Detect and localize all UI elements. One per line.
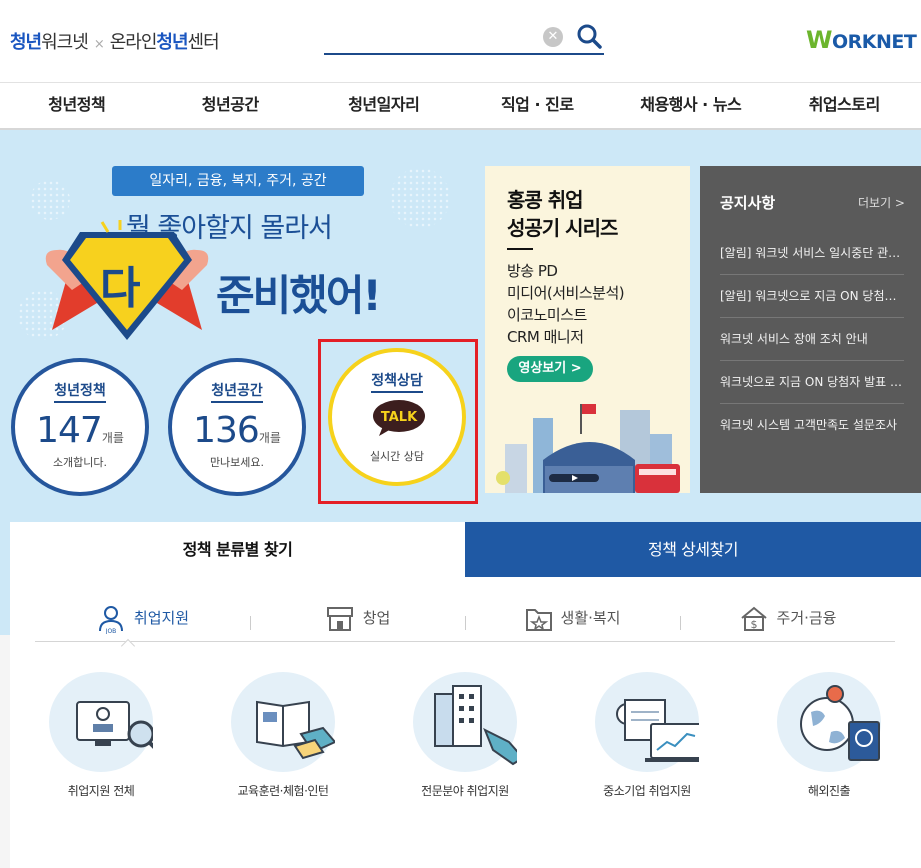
logo-text-1: 청년 — [10, 32, 42, 53]
svg-text:JOB: JOB — [105, 628, 117, 634]
search-box: ✕ — [324, 22, 604, 55]
worknet-logo[interactable]: WORKNET — [806, 26, 917, 54]
policy-search-panel: 정책 분류별 찾기 정책 상세찾기 JOB 취업지원 창업 생활·복지 $ 주거·금… — [10, 522, 921, 868]
subcat-icon-bg — [777, 672, 881, 772]
nav-item-events-news[interactable]: 채용행사 · 뉴스 — [614, 83, 768, 128]
banner-title: 홍콩 취업 성공기 시리즈 — [507, 188, 618, 240]
notice-item[interactable]: 워크넷으로 지금 ON 당첨자 발표 안내 — [720, 361, 904, 404]
subcat-label: 취업지원 전체 — [67, 784, 135, 798]
circle-desc: 만나보세요. — [209, 456, 265, 469]
hero-title: 준비했어! — [216, 271, 382, 320]
main-nav: 청년정책 청년공간 청년일자리 직업 · 진로 채용행사 · 뉴스 취업스토리 — [0, 82, 921, 130]
firework-decoration — [30, 180, 70, 220]
clear-icon[interactable]: ✕ — [543, 27, 563, 47]
tab-category-search[interactable]: 정책 분류별 찾기 — [10, 522, 465, 577]
hero-ribbon: 일자리, 금융, 복지, 주거, 공간 — [98, 166, 378, 196]
store-icon — [326, 606, 353, 631]
subcat-sme[interactable]: 중소기업 취업지원 — [556, 672, 738, 799]
subcat-label: 해외진출 — [807, 784, 851, 798]
city-illustration — [496, 404, 680, 493]
nav-item-youth-space[interactable]: 청년공간 — [154, 83, 308, 128]
logo-text-3: 온라인 — [109, 32, 158, 53]
subcat-training-intern[interactable]: 교육훈련·체험·인턴 — [192, 672, 374, 799]
circle-title: 청년공간 — [172, 380, 302, 403]
notice-item[interactable]: 워크넷 시스템 고객만족도 설문조사 — [720, 404, 904, 447]
building-hand-icon — [434, 685, 517, 766]
subcat-label: 교육훈련·체험·인턴 — [237, 784, 329, 798]
category-welfare[interactable]: 생활·복지 — [465, 598, 680, 641]
policy-count: 147개를 — [36, 410, 124, 451]
globe-passport-icon — [800, 685, 880, 761]
notice-board: 공지사항 더보기 > [알림] 워크넷 서비스 일시중단 관련 안내 [알림] … — [700, 166, 921, 493]
banner-job-list: 방송 PD 미디어(서비스분석) 이코노미스트 CRM 매니저 — [507, 262, 625, 346]
category-housing-finance[interactable]: $ 주거·금융 — [680, 598, 895, 641]
nav-item-job-story[interactable]: 취업스토리 — [768, 83, 921, 128]
highlight-frame — [318, 339, 478, 504]
subcat-employment-all[interactable]: 취업지원 전체 — [10, 672, 192, 799]
subcat-icon-bg — [595, 672, 699, 772]
policy-count-card[interactable]: 청년정책 147개를 소개합니다. — [11, 358, 149, 496]
notice-more-link[interactable]: 더보기 > — [858, 194, 905, 211]
worknet-logo-w: W — [806, 26, 832, 54]
notice-title: 공지사항 — [720, 194, 776, 212]
banner-divider — [507, 248, 533, 250]
book-handshake-icon — [256, 700, 335, 760]
nav-item-youth-jobs[interactable]: 청년일자리 — [307, 83, 461, 128]
subcat-label: 중소기업 취업지원 — [603, 784, 691, 798]
subcat-overseas[interactable]: 해외진출 — [738, 672, 920, 799]
firework-decoration — [390, 168, 450, 228]
notice-item[interactable]: 워크넷 서비스 장애 조치 안내 — [720, 318, 904, 361]
subcat-icon-bg — [413, 672, 517, 772]
monitor-search-icon — [76, 701, 153, 749]
house-dollar-icon: $ — [740, 606, 767, 631]
notice-item[interactable]: [알림] 워크넷으로 지금 ON 당첨자 발표 — [720, 275, 904, 318]
logo-text-5: 센터 — [187, 32, 220, 53]
hongkong-banner[interactable]: 홍콩 취업 성공기 시리즈 방송 PD 미디어(서비스분석) 이코노미스트 CR… — [485, 166, 690, 493]
subcat-icon-bg — [231, 672, 335, 772]
logo-separator: × — [93, 37, 105, 52]
folder-star-icon — [525, 608, 552, 631]
hero-badge-text: 다 — [100, 263, 141, 314]
category-bar: JOB 취업지원 창업 생활·복지 $ 주거·금융 — [35, 598, 895, 642]
logo-text-4: 청년 — [156, 32, 188, 53]
subcat-professional[interactable]: 전문분야 취업지원 — [374, 672, 556, 799]
logo-text-2: 워크넷 — [41, 32, 89, 53]
svg-text:$: $ — [750, 618, 757, 631]
worknet-logo-text: ORKNET — [831, 31, 917, 53]
circle-desc: 소개합니다. — [52, 456, 108, 469]
space-count-card[interactable]: 청년공간 136개를 만나보세요. — [168, 358, 306, 496]
subcat-icon-bg — [49, 672, 153, 772]
sub-category-list: 취업지원 전체 교육훈련·체험·인턴 전문분야 취업지원 중소기업 취업지원 해… — [10, 672, 921, 799]
notice-item[interactable]: [알림] 워크넷 서비스 일시중단 관련 안내 — [720, 232, 904, 275]
laptop-chart-icon — [616, 699, 699, 762]
nav-item-youth-policy[interactable]: 청년정책 — [0, 83, 154, 128]
category-divider — [465, 616, 466, 630]
category-divider — [250, 616, 251, 630]
tab-detail-search[interactable]: 정책 상세찾기 — [465, 522, 921, 577]
category-startup[interactable]: 창업 — [250, 598, 465, 641]
job-person-icon: JOB — [98, 605, 123, 635]
space-count: 136개를 — [193, 410, 281, 451]
nav-item-career[interactable]: 직업 · 진로 — [461, 83, 615, 128]
category-divider — [680, 616, 681, 630]
notice-list: [알림] 워크넷 서비스 일시중단 관련 안내 [알림] 워크넷으로 지금 ON… — [720, 232, 904, 447]
search-input[interactable] — [324, 24, 534, 52]
circle-title: 청년정책 — [15, 380, 145, 403]
top-header: 청년워크넷 × 온라인청년센터 ✕ WORKNET — [0, 0, 921, 82]
subcat-label: 전문분야 취업지원 — [421, 784, 509, 798]
category-employment[interactable]: JOB 취업지원 — [35, 598, 250, 641]
site-logo[interactable]: 청년워크넷 × 온라인청년센터 — [10, 28, 220, 54]
search-icon[interactable] — [576, 22, 604, 52]
